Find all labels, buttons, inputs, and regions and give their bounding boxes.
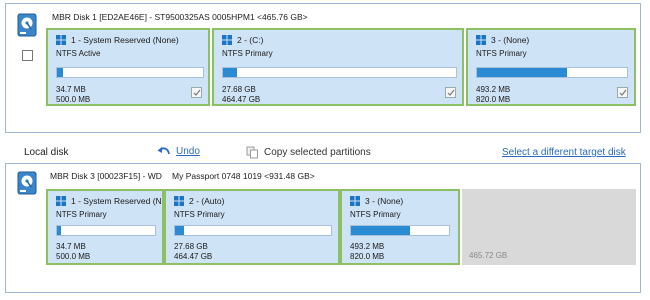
source-disk-panel: MBR Disk 1 [ED2AE46E] - ST9500325AS 0005… [5,3,641,133]
target-disk-title: MBR Disk 3 [00023F15] - WD [50,171,162,181]
used-size: 27.68 GB [174,242,208,251]
usage-bar [476,67,628,78]
used-size: 493.2 MB [476,85,511,94]
usage-fill [223,68,237,77]
copy-icon [246,146,258,159]
unallocated-space: 465.72 GB [462,189,636,265]
local-disk-label: Local disk [24,147,69,158]
usage-bar [56,225,156,236]
used-size: 493.2 MB [350,242,385,251]
partition-label: 1 - System Reserved (None) [71,35,179,45]
total-size: 464.47 GB [174,252,213,261]
partition-label: 3 - (None) [491,35,530,45]
used-size: 34.7 MB [56,242,86,251]
usage-fill [477,68,567,77]
partition-label: 1 - System Reserved (N [71,196,162,206]
target-partition-3[interactable]: 3 - (None) NTFS Primary 493.2 MB 820.0 M… [340,189,460,265]
usage-fill [57,226,61,235]
target-disk-model: My Passport 0748 1019 <931.48 GB> [172,171,315,181]
partition-checkbox[interactable] [445,87,456,98]
usage-bar [350,225,450,236]
checkmark-icon [447,89,455,96]
partition-checkbox[interactable] [617,87,628,98]
copy-selected-partitions-button[interactable]: Copy selected partitions [246,146,371,159]
usage-bar [174,225,332,236]
used-size: 34.7 MB [56,85,86,94]
total-size: 820.0 MB [476,95,511,104]
source-partition-1[interactable]: 1 - System Reserved (None) NTFS Active 3… [46,28,210,106]
partition-type: NTFS Primary [476,49,527,58]
checkmark-icon [619,89,627,96]
copy-selected-label: Copy selected partitions [264,147,371,158]
total-size: 820.0 MB [350,252,385,261]
partition-type: NTFS Primary [56,210,107,219]
usage-bar [222,67,457,78]
windows-logo-icon [350,196,360,206]
partition-type: NTFS Primary [174,210,225,219]
unallocated-size: 465.72 GB [469,251,508,260]
undo-button[interactable]: Undo [157,146,200,157]
disk-icon [17,171,37,195]
partition-checkbox[interactable] [191,87,202,98]
disk-icon [17,13,37,37]
target-partition-2[interactable]: 2 - (Auto) NTFS Primary 27.68 GB 464.47 … [164,189,340,265]
source-partition-2[interactable]: 2 - (C:) NTFS Primary 27.68 GB 464.47 GB [212,28,464,106]
target-disk-panel: MBR Disk 3 [00023F15] - WD My Passport 0… [5,163,641,293]
partition-type: NTFS Primary [350,210,401,219]
usage-bar [56,67,204,78]
partition-type: NTFS Active [56,49,101,58]
checkmark-icon [193,89,201,96]
usage-fill [351,226,410,235]
total-size: 464.47 GB [222,95,261,104]
partition-type: NTFS Primary [222,49,273,58]
usage-fill [57,68,63,77]
windows-logo-icon [222,35,232,45]
total-size: 500.0 MB [56,95,91,104]
windows-logo-icon [476,35,486,45]
windows-logo-icon [56,35,66,45]
used-size: 27.68 GB [222,85,256,94]
partition-label: 3 - (None) [365,196,404,206]
partition-label: 2 - (C:) [237,35,264,45]
undo-label[interactable]: Undo [176,146,200,157]
undo-arrow-icon [157,147,170,155]
select-different-target-link[interactable]: Select a different target disk [502,147,626,158]
target-partition-1[interactable]: 1 - System Reserved (N NTFS Primary 34.7… [46,189,164,265]
source-disk-title: MBR Disk 1 [ED2AE46E] - ST9500325AS 0005… [52,12,308,22]
windows-logo-icon [174,196,184,206]
windows-logo-icon [56,196,66,206]
source-disk-checkbox[interactable] [22,50,33,61]
partition-label: 2 - (Auto) [189,196,225,206]
source-partition-3[interactable]: 3 - (None) NTFS Primary 493.2 MB 820.0 M… [466,28,636,106]
action-toolbar: Local disk Undo Copy selected partitions… [0,146,650,162]
total-size: 500.0 MB [56,252,91,261]
usage-fill [175,226,185,235]
